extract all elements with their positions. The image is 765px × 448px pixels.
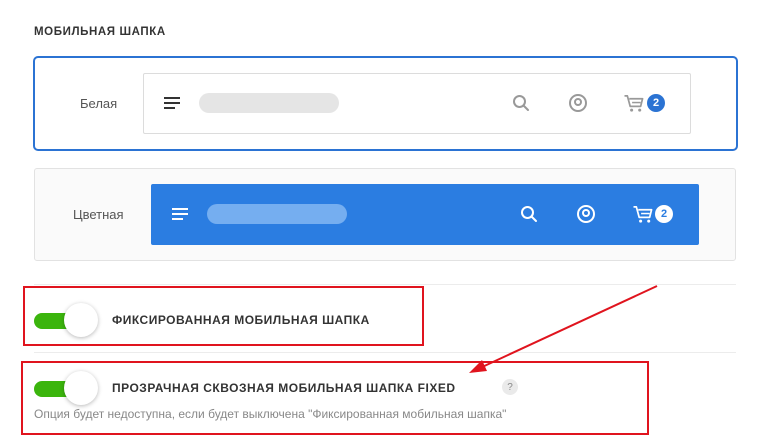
divider bbox=[34, 284, 736, 285]
highlight-box-transparent bbox=[21, 361, 649, 435]
cart-icon[interactable] bbox=[623, 94, 645, 113]
menu-icon bbox=[172, 208, 188, 220]
search-icon[interactable] bbox=[520, 205, 538, 223]
highlight-box-fixed bbox=[23, 286, 424, 346]
header-preview-colored: 2 bbox=[151, 184, 699, 245]
user-icon[interactable] bbox=[568, 93, 588, 113]
user-icon[interactable] bbox=[576, 204, 596, 224]
header-preview-white: 2 bbox=[143, 73, 691, 134]
divider bbox=[34, 352, 736, 353]
cart-count-badge: 2 bbox=[647, 94, 665, 112]
cart-icon[interactable] bbox=[632, 205, 654, 224]
cart-count-badge: 2 bbox=[655, 205, 673, 223]
option-label-white: Белая bbox=[80, 96, 118, 111]
search-icon[interactable] bbox=[512, 94, 530, 112]
search-placeholder-bar bbox=[207, 204, 347, 224]
search-placeholder-bar bbox=[199, 93, 339, 113]
header-option-white[interactable]: Белая 2 bbox=[33, 56, 738, 151]
section-title: МОБИЛЬНАЯ ШАПКА bbox=[34, 26, 166, 38]
menu-icon bbox=[164, 97, 180, 109]
option-label-colored: Цветная bbox=[73, 207, 124, 222]
header-option-colored[interactable]: Цветная 2 bbox=[34, 168, 736, 261]
